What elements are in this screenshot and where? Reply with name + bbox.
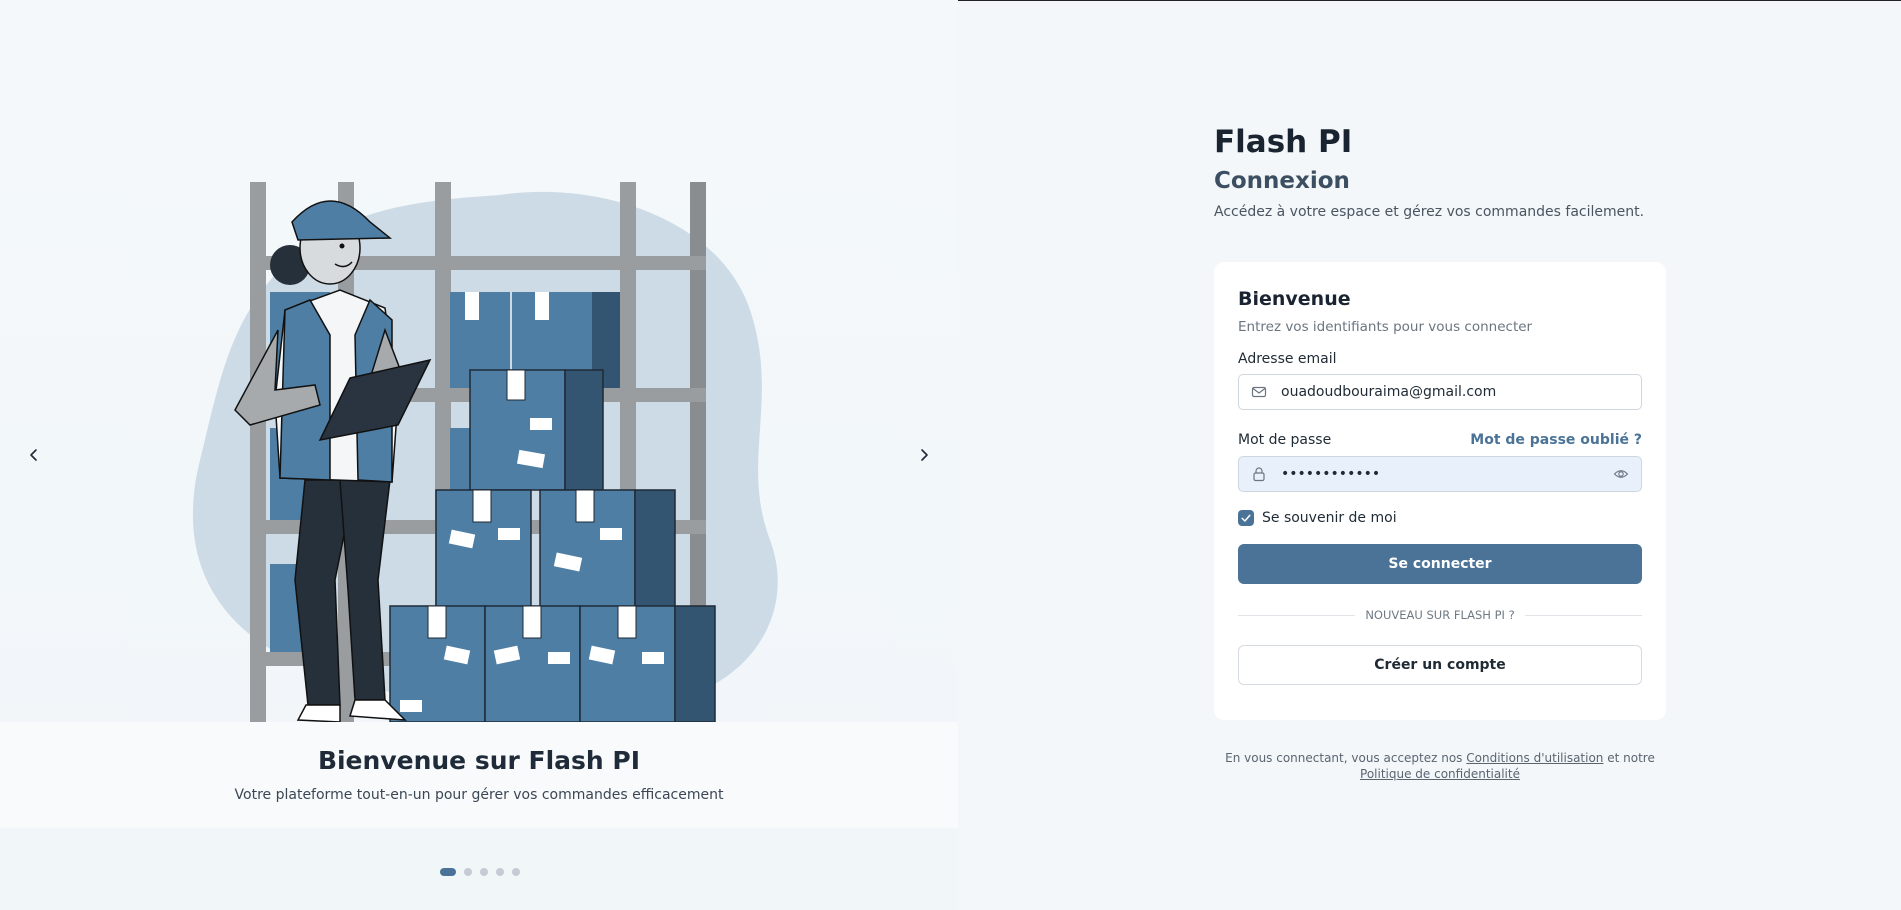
card-hint: Entrez vos identifiants pour vous connec… (1238, 319, 1533, 335)
slide-title: Bienvenue sur Flash PI (317, 746, 641, 775)
chevron-left-icon (30, 449, 37, 461)
forgot-password-link[interactable]: Mot de passe oublié ? (1470, 432, 1642, 448)
divider-text: NOUVEAU SUR FLASH PI ? (1365, 608, 1515, 622)
carousel-dot-1[interactable] (440, 868, 456, 876)
legal-middle: et notre (1607, 751, 1655, 765)
warehouse-worker-illustration (192, 182, 778, 722)
page-title: Connexion (1214, 168, 1350, 194)
carousel-dot-4[interactable] (496, 868, 504, 876)
login-section: Flash PI Connexion Accédez à votre espac… (1214, 124, 1666, 781)
carousel-dots (440, 868, 520, 876)
page-subtitle: Accédez à votre espace et gérez vos comm… (1214, 204, 1645, 220)
login-button[interactable]: Se connecter (1238, 544, 1642, 584)
app-title: Flash PI (1214, 124, 1353, 160)
terms-link[interactable]: Conditions d'utilisation (1466, 751, 1603, 765)
carousel-dot-2[interactable] (464, 868, 472, 876)
chevron-right-icon (921, 449, 928, 461)
email-field-wrapper (1238, 374, 1642, 410)
carousel-dot-5[interactable] (512, 868, 520, 876)
password-field-wrapper (1238, 456, 1642, 492)
divider: NOUVEAU SUR FLASH PI ? (1238, 608, 1643, 622)
legal-prefix: En vous connectant, vous acceptez nos (1225, 751, 1463, 765)
remember-label[interactable]: Se souvenir de moi (1262, 510, 1397, 526)
carousel-caption: Bienvenue sur Flash PI Votre plateforme … (0, 722, 958, 828)
create-account-button[interactable]: Créer un compte (1238, 645, 1642, 685)
card-title: Bienvenue (1238, 288, 1351, 310)
legal-notice: En vous connectant, vous acceptez nos Co… (1214, 750, 1666, 782)
password-input[interactable] (1279, 465, 1613, 483)
slide-subtitle: Votre plateforme tout-en-un pour gérer v… (234, 787, 724, 803)
email-input[interactable] (1279, 383, 1629, 401)
eye-icon[interactable] (1613, 466, 1629, 482)
lock-icon (1253, 467, 1265, 482)
carousel-next-button[interactable] (909, 440, 939, 470)
carousel-dot-3[interactable] (480, 868, 488, 876)
remember-checkbox[interactable] (1238, 510, 1254, 526)
carousel-prev-button[interactable] (19, 440, 49, 470)
privacy-link[interactable]: Politique de confidentialité (1360, 767, 1520, 781)
password-label: Mot de passe (1238, 432, 1332, 448)
login-card: Bienvenue Entrez vos identifiants pour v… (1214, 262, 1666, 720)
email-label: Adresse email (1238, 351, 1337, 367)
mail-icon (1251, 386, 1267, 398)
carousel-panel: Bienvenue sur Flash PI Votre plateforme … (0, 0, 958, 910)
checkmark-icon (1241, 514, 1251, 522)
